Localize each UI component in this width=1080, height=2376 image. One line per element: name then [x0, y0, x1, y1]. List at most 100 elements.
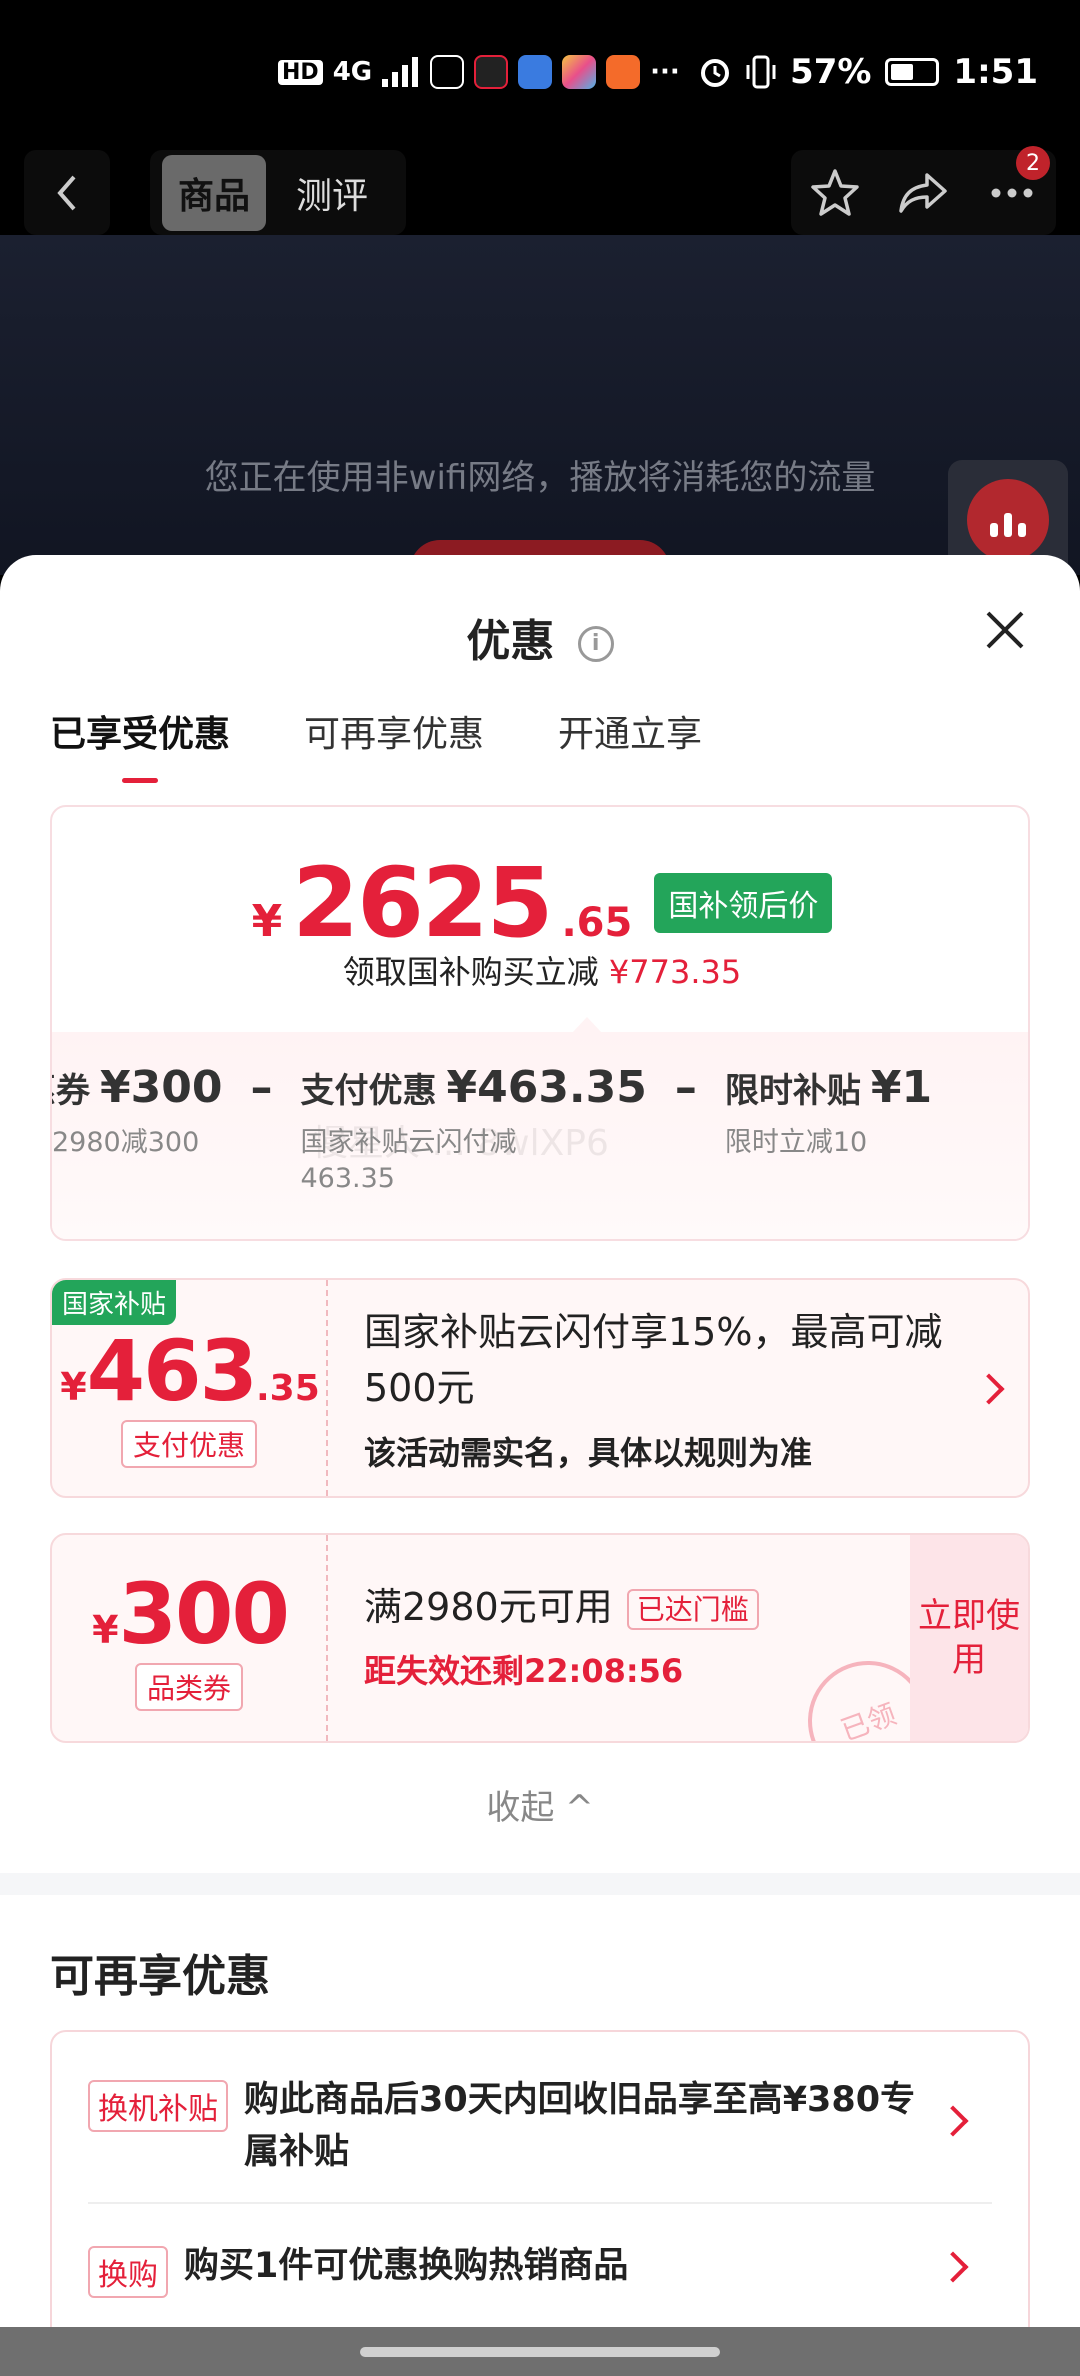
- claim-text: 领取国补购买立减: [342, 953, 599, 991]
- info-icon[interactable]: i: [577, 626, 614, 662]
- coupon-details: 满2980元可用 已达门槛 距失效还剩22:08:56: [364, 1579, 884, 1692]
- minus-sign: –: [250, 1062, 273, 1113]
- breakdown-label: 惠券: [52, 1071, 90, 1111]
- breakdown-label: 支付优惠: [300, 1071, 437, 1111]
- row-divider: [88, 2202, 992, 2204]
- breakdown-sub: 限时立减10: [724, 1127, 868, 1158]
- tab-more-available[interactable]: 可再享优惠: [304, 705, 484, 757]
- battery-icon: [885, 58, 940, 86]
- breakdown-value: ¥300: [100, 1062, 223, 1113]
- use-now-button[interactable]: 立即使用: [910, 1535, 1028, 1741]
- offer-text: 购买1件可优惠换购热销商品: [184, 2246, 629, 2286]
- subsidy-price-tag: 国补领后价: [654, 873, 833, 933]
- more-offers-title: 可再享优惠: [50, 1951, 270, 2002]
- status-left: HD 4G ···: [278, 55, 680, 89]
- tab-review[interactable]: 测评: [280, 155, 384, 231]
- tab-enjoyed[interactable]: 已享受优惠: [50, 705, 230, 783]
- offer-text: 购此商品后30天内回收旧品享至高¥380专属补贴: [244, 2080, 916, 2172]
- network-warning: 您正在使用非wifi网络，播放将消耗您的流量: [204, 458, 876, 498]
- sheet-title-text: 优惠: [466, 616, 555, 667]
- back-button[interactable]: [24, 150, 110, 235]
- price-decimal: .65: [561, 900, 633, 946]
- breakdown-value: ¥1: [870, 1062, 933, 1113]
- breakdown-item-limited: 限时补贴 ¥1 限时立减10: [725, 1062, 932, 1197]
- nav-tabs: 商品 测评: [150, 150, 406, 235]
- breakdown-sub: 2980减300: [52, 1127, 200, 1158]
- breakdown-row: 惠券¥300 2980减300 – 支付优惠¥463.35 国家补贴云闪付减 4…: [52, 1062, 932, 1197]
- pointer-caret-icon: [572, 1017, 602, 1033]
- price-integer: 2625: [292, 847, 553, 959]
- coupon-amount-area: 国家补贴 ¥ 463 .35 支付优惠: [52, 1280, 328, 1496]
- claim-amount: ¥773.35: [608, 953, 742, 991]
- breakdown-sub: 国家补贴云闪付减 463.35: [300, 1127, 517, 1194]
- currency-symbol: ¥: [60, 1365, 87, 1409]
- amount-decimal: .35: [256, 1368, 320, 1409]
- tab-product[interactable]: 商品: [162, 154, 267, 231]
- payment-discount-coupon[interactable]: 国家补贴 ¥ 463 .35 支付优惠 国家补贴云闪付享15%，最高可减500元…: [50, 1278, 1030, 1498]
- amount-integer: 463: [86, 1322, 258, 1420]
- tab-activate[interactable]: 开通立享: [558, 705, 702, 757]
- offer-row-trade-in[interactable]: 换机补贴 购此商品后30天内回收旧品享至高¥380专属补贴: [88, 2074, 992, 2178]
- category-coupon[interactable]: ¥ 300 品类券 满2980元可用 已达门槛 距失效还剩22:08:56 已领 …: [50, 1533, 1030, 1743]
- home-gesture-handle[interactable]: [360, 2347, 720, 2357]
- video-player[interactable]: 您正在使用非wifi网络，播放将消耗您的流量: [0, 235, 1080, 575]
- chevron-right-icon: [973, 1373, 1005, 1405]
- nav-actions: 2: [791, 146, 1056, 235]
- vibrate-icon: [746, 55, 776, 89]
- status-bar: HD 4G ··· 57% 1:51: [0, 0, 1080, 150]
- offer-row-exchange[interactable]: 换购 购买1件可优惠换购热销商品: [88, 2240, 992, 2298]
- claim-line: 领取国补购买立减 ¥773.35: [52, 947, 1028, 993]
- coupon-title-row: 满2980元可用 已达门槛: [364, 1579, 884, 1638]
- collapse-button[interactable]: 收起 ^: [0, 1780, 1080, 1829]
- network-type: 4G: [332, 57, 373, 87]
- breakdown-item-coupon: 惠券¥300 2980减300: [52, 1062, 222, 1197]
- battery-percent: 57%: [790, 52, 872, 92]
- currency-symbol: ¥: [92, 1608, 119, 1652]
- amount-integer: 300: [118, 1565, 290, 1663]
- price-summary-card: ¥ 2625 .65 国补领后价 领取国补购买立减 ¥773.35 慢星人 ..…: [50, 805, 1030, 1241]
- currency-symbol: ¥: [251, 896, 283, 947]
- more-offers-card: 换机补贴 购此商品后30天内回收旧品享至高¥380专属补贴 换购 购买1件可优惠…: [50, 2030, 1030, 2360]
- coupon-amount-area: ¥ 300 品类券: [52, 1535, 328, 1741]
- coupon-type-pill: 品类券: [134, 1663, 244, 1711]
- app-icon-blue: [518, 55, 553, 89]
- breakdown-value: ¥463.35: [446, 1062, 647, 1113]
- audio-bars-icon: [967, 479, 1049, 561]
- alarm-icon: [701, 59, 730, 87]
- minus-sign: –: [674, 1062, 697, 1113]
- tiktok-lite-icon: [474, 55, 509, 89]
- offer-tag: 换购: [88, 2246, 168, 2298]
- offer-tag: 换机补贴: [88, 2080, 228, 2132]
- sheet-title: 优惠 i: [0, 605, 1080, 669]
- sheet-tabs: 已享受优惠 可再享优惠 开通立享: [50, 705, 702, 783]
- top-nav: 商品 测评 2: [0, 146, 1080, 235]
- notification-badge: 2: [1016, 146, 1050, 180]
- final-price: ¥ 2625 .65 国补领后价: [52, 847, 1028, 959]
- coupon-amount: ¥ 463 .35: [52, 1322, 328, 1420]
- status-right: 57% 1:51: [698, 52, 1038, 92]
- coupon-subtitle: 该活动需实名，具体以规则为准: [364, 1434, 813, 1472]
- coupon-details: 国家补贴云闪付享15%，最高可减500元 该活动需实名，具体以规则为准: [364, 1304, 964, 1474]
- breakdown-label: 限时补贴: [724, 1071, 861, 1111]
- threshold-reached-badge: 已达门槛: [626, 1588, 759, 1630]
- section-divider: [0, 1873, 1080, 1895]
- close-icon[interactable]: [980, 605, 1030, 655]
- coupon-title: 国家补贴云闪付享15%，最高可减500元: [364, 1310, 943, 1410]
- signal-icon: [382, 57, 419, 87]
- national-subsidy-tag: 国家补贴: [52, 1280, 177, 1325]
- app-icon-orange: [606, 55, 641, 89]
- clock: 1:51: [953, 52, 1038, 92]
- discount-sheet: 优惠 i 已享受优惠 可再享优惠 开通立享 ¥ 2625 .65 国补领后价 领…: [0, 555, 1080, 2360]
- coupon-title: 满2980元可用: [364, 1585, 613, 1629]
- hd-icon: HD: [278, 59, 323, 85]
- coupon-amount: ¥ 300: [52, 1565, 328, 1663]
- star-icon[interactable]: [809, 167, 861, 219]
- share-icon[interactable]: [897, 167, 949, 219]
- breakdown-item-payment: 支付优惠 ¥463.35 国家补贴云闪付减 463.35: [300, 1062, 646, 1197]
- tiktok-icon: [430, 55, 465, 89]
- system-nav-bar: [0, 2327, 1080, 2376]
- chevron-left-icon: [57, 175, 76, 210]
- more-notifications: ···: [650, 57, 680, 87]
- app-icon-colorful: [562, 55, 597, 89]
- discount-breakdown[interactable]: 慢星人 ... 8wlXP6 惠券¥300 2980减300 – 支付优惠¥46…: [52, 1032, 1028, 1239]
